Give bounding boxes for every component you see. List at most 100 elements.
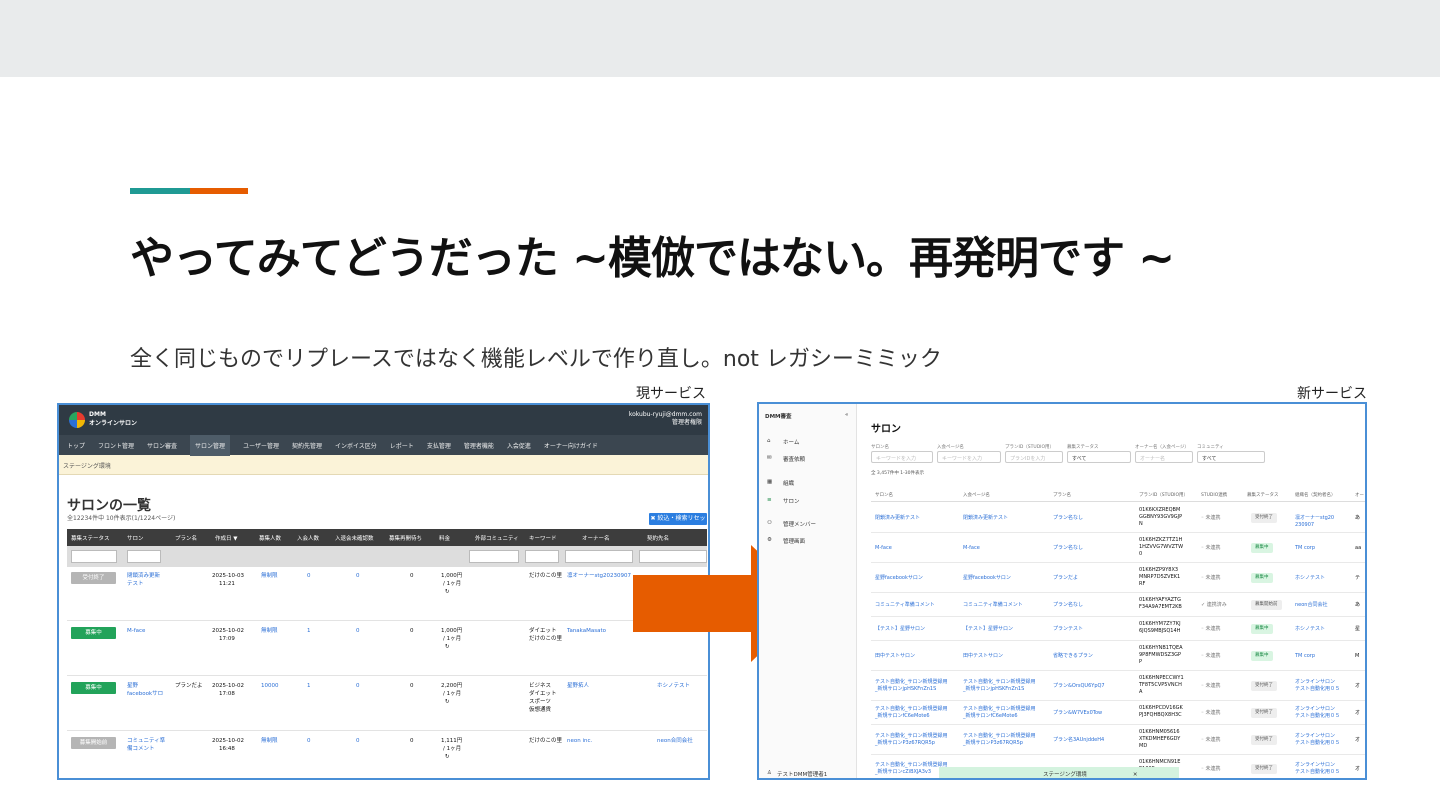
org-link[interactable]: TM corp: [1295, 545, 1315, 552]
org-link[interactable]: オンラインサロン: [1295, 762, 1335, 769]
filter-input[interactable]: キーワードを入力: [871, 451, 933, 463]
unconfirmed-count[interactable]: 0: [356, 572, 360, 580]
salon-link[interactable]: コミュニティ準: [127, 737, 165, 745]
salon-link-cont[interactable]: _新規サロンcZiBXJA3v3: [875, 769, 931, 776]
owner-link[interactable]: 凛オーナーstg20230907: [567, 572, 631, 580]
owner-link[interactable]: TanakaMasato: [567, 627, 606, 635]
salon-link[interactable]: 閉鎖済み更新テスト: [875, 515, 920, 522]
status-filter-select[interactable]: [71, 550, 117, 563]
page-link[interactable]: テスト自動化_サロン新規登録用: [963, 733, 1036, 740]
plan-link[interactable]: プラン名なし: [1053, 545, 1083, 552]
old-nav-item[interactable]: トップ: [67, 441, 85, 450]
collapse-sidebar-icon[interactable]: «: [845, 412, 848, 418]
salon-link[interactable]: コミュニティ準備コメント: [875, 602, 935, 609]
old-nav-item[interactable]: 契約先管理: [292, 441, 322, 450]
org-link-cont[interactable]: テスト自動化用０５: [1295, 740, 1340, 747]
salon-filter-input[interactable]: [127, 550, 161, 563]
salon-link[interactable]: M-face: [875, 545, 892, 552]
salon-link[interactable]: テスト自動化_サロン新規登録用: [875, 733, 948, 740]
salon-link[interactable]: 星野: [127, 682, 138, 690]
salon-link[interactable]: テスト自動化_サロン新規登録用: [875, 706, 948, 713]
recruit-limit[interactable]: 10000: [261, 682, 279, 690]
recruit-limit[interactable]: 無制限: [261, 627, 278, 635]
old-nav-item[interactable]: ユーザー管理: [243, 441, 279, 450]
owner-link[interactable]: neon inc.: [567, 737, 592, 745]
salon-link-cont[interactable]: 備コメント: [127, 745, 155, 753]
page-link[interactable]: 星野facebookサロン: [963, 575, 1011, 582]
page-link[interactable]: 【テスト】星野サロン: [963, 626, 1013, 633]
org-link[interactable]: ホシノテスト: [1295, 626, 1325, 633]
plan-link[interactable]: プラン名なし: [1053, 515, 1083, 522]
plan-link[interactable]: 省略できるプラン: [1053, 653, 1093, 660]
salon-link[interactable]: 田中テストサロン: [875, 653, 915, 660]
salon-link[interactable]: テスト自動化_サロン新規登録用: [875, 762, 948, 769]
salon-link-cont[interactable]: テスト: [127, 580, 144, 588]
plan-link[interactable]: プラン&W7VEx0Tow: [1053, 710, 1102, 717]
filter-input[interactable]: プランIDを入力: [1005, 451, 1063, 463]
plan-link[interactable]: プランテスト: [1053, 626, 1083, 633]
page-link-cont[interactable]: _新規サロンfC6eMote6: [963, 713, 1018, 720]
plan-link[interactable]: プラン名3AUnjddeH4: [1053, 737, 1104, 744]
old-nav-item[interactable]: フロント管理: [98, 441, 134, 450]
salon-link[interactable]: テスト自動化_サロン新規登録用: [875, 679, 948, 686]
old-nav-item[interactable]: 入会促進: [507, 441, 531, 450]
member-count[interactable]: 1: [307, 627, 311, 635]
member-count[interactable]: 1: [307, 682, 311, 690]
filter-input[interactable]: すべて: [1067, 451, 1131, 463]
member-count[interactable]: 0: [307, 737, 311, 745]
unconfirmed-count[interactable]: 0: [356, 682, 360, 690]
old-nav-item[interactable]: サロン審査: [147, 441, 177, 450]
filter-input[interactable]: すべて: [1197, 451, 1265, 463]
page-link-cont[interactable]: _新規サロンP3z67RQR5p: [963, 740, 1023, 747]
old-nav-item[interactable]: オーナー向けガイド: [544, 441, 598, 450]
reset-filter-button[interactable]: ✖ 絞込・検索リセット: [649, 513, 707, 534]
org-link[interactable]: neon合同会社: [1295, 602, 1327, 609]
recruit-limit[interactable]: 無制限: [261, 737, 278, 745]
org-link[interactable]: ホシノテスト: [1295, 575, 1325, 582]
page-link-cont[interactable]: _新規サロンjpHSKFnZn1S: [963, 686, 1024, 693]
salon-link[interactable]: 【テスト】星野サロン: [875, 626, 925, 633]
old-nav-item[interactable]: 管理者機能: [464, 441, 494, 450]
sidebar-item-members[interactable]: 管理メンバー: [783, 520, 816, 528]
page-link[interactable]: テスト自動化_サロン新規登録用: [963, 679, 1036, 686]
sidebar-item-review[interactable]: 審査依頼: [783, 455, 805, 463]
salon-link[interactable]: M-face: [127, 627, 145, 635]
org-link-cont[interactable]: テスト自動化用０５: [1295, 686, 1340, 693]
member-count[interactable]: 0: [307, 572, 311, 580]
sidebar-item-salon[interactable]: サロン: [783, 497, 800, 505]
plan-link[interactable]: プラン&OrsQU6YpQ7: [1053, 683, 1105, 690]
old-user-menu[interactable]: kokubu-ryuji@dmm.com 管理者権限: [629, 411, 702, 427]
filter-input[interactable]: キーワードを入力: [937, 451, 1001, 463]
community-filter-select[interactable]: [469, 550, 519, 563]
org-link[interactable]: 凛オーナーstg20: [1295, 515, 1334, 522]
org-link-cont[interactable]: テスト自動化用０５: [1295, 769, 1340, 776]
salon-link[interactable]: 星野facebookサロン: [875, 575, 923, 582]
org-link[interactable]: オンラインサロン: [1295, 733, 1335, 740]
org-link[interactable]: TM corp: [1295, 653, 1315, 660]
page-link[interactable]: M-face: [963, 545, 980, 552]
salon-link-cont[interactable]: _新規サロンfC6eMote6: [875, 713, 930, 720]
plan-link[interactable]: プラン名なし: [1053, 602, 1083, 609]
keyword-filter-select[interactable]: [525, 550, 559, 563]
page-link[interactable]: コミュニティ準備コメント: [963, 602, 1023, 609]
recruit-limit[interactable]: 無制限: [261, 572, 278, 580]
sidebar-user-name[interactable]: テストDMM管理者1: [777, 770, 827, 778]
org-link[interactable]: オンラインサロン: [1295, 706, 1335, 713]
salon-link-cont[interactable]: _新規サロンjpHSKFnZn1S: [875, 686, 936, 693]
salon-link-cont[interactable]: facebookサロ: [127, 690, 163, 698]
filter-input[interactable]: オーナー名: [1135, 451, 1193, 463]
old-nav-item[interactable]: サロン管理: [190, 434, 231, 456]
org-link-cont[interactable]: 230907: [1295, 522, 1314, 529]
plan-link[interactable]: プランだよ: [1053, 575, 1078, 582]
unconfirmed-count[interactable]: 0: [356, 627, 360, 635]
owner-filter-input[interactable]: [565, 550, 633, 563]
salon-link[interactable]: 閉鎖済み更新: [127, 572, 160, 580]
page-link[interactable]: 田中テストサロン: [963, 653, 1003, 660]
page-link[interactable]: テスト自動化_サロン新規登録用: [963, 706, 1036, 713]
sidebar-item-home[interactable]: ホーム: [783, 438, 799, 446]
salon-link-cont[interactable]: _新規サロンP3z67RQR5p: [875, 740, 935, 747]
contract-link[interactable]: ホシノテスト: [657, 682, 690, 690]
old-nav-item[interactable]: レポート: [390, 441, 414, 450]
org-link[interactable]: オンラインサロン: [1295, 679, 1335, 686]
sidebar-item-org[interactable]: 組織: [783, 479, 794, 487]
